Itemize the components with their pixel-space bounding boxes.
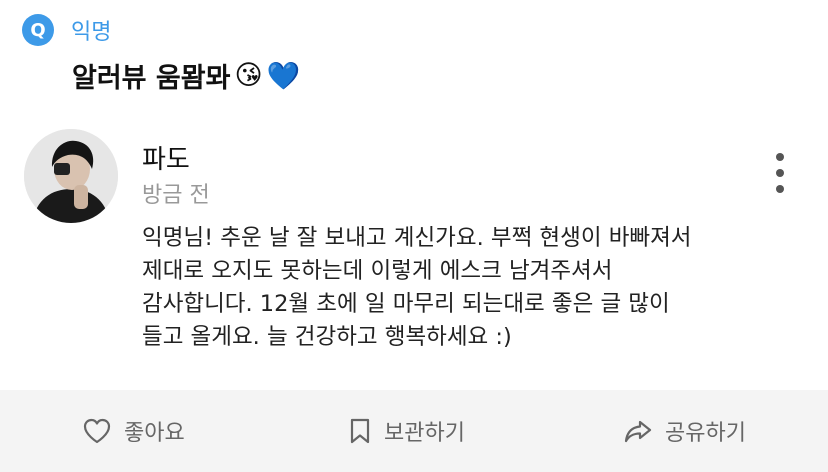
bookmark-icon bbox=[350, 418, 370, 444]
save-button[interactable]: 보관하기 bbox=[348, 390, 465, 472]
avatar-image bbox=[24, 129, 118, 223]
avatar[interactable] bbox=[24, 129, 118, 223]
share-icon bbox=[624, 420, 652, 443]
action-bar: 좋아요 보관하기 공유하기 bbox=[0, 390, 828, 472]
blue-heart-emoji: 💙 bbox=[266, 60, 301, 92]
question-header: Q 익명 bbox=[22, 14, 111, 46]
post-time: 방금 전 bbox=[142, 183, 210, 208]
kiss-emoji: 😘 bbox=[234, 60, 263, 91]
more-dot bbox=[776, 153, 784, 161]
share-button[interactable]: 공유하기 bbox=[623, 390, 746, 472]
more-dot bbox=[776, 185, 784, 193]
answer-text: 익명님! 추운 날 잘 보내고 계신가요. 부쩍 현생이 바빠져서 제대로 오지… bbox=[142, 225, 692, 350]
more-options-icon[interactable] bbox=[770, 153, 790, 193]
question-body: 알러뷰 움뫔뫄 bbox=[72, 63, 231, 94]
like-label: 좋아요 bbox=[124, 421, 185, 446]
anonymous-label: 익명 bbox=[71, 20, 112, 45]
more-dot bbox=[776, 169, 784, 177]
heart-icon bbox=[83, 418, 111, 444]
question-text: 알러뷰 움뫔뫄 😘 💙 bbox=[72, 56, 300, 95]
author-name[interactable]: 파도 bbox=[142, 139, 190, 176]
like-button[interactable]: 좋아요 bbox=[82, 390, 185, 472]
save-label: 보관하기 bbox=[384, 421, 465, 446]
share-label: 공유하기 bbox=[665, 421, 746, 446]
q-badge: Q bbox=[22, 14, 54, 46]
